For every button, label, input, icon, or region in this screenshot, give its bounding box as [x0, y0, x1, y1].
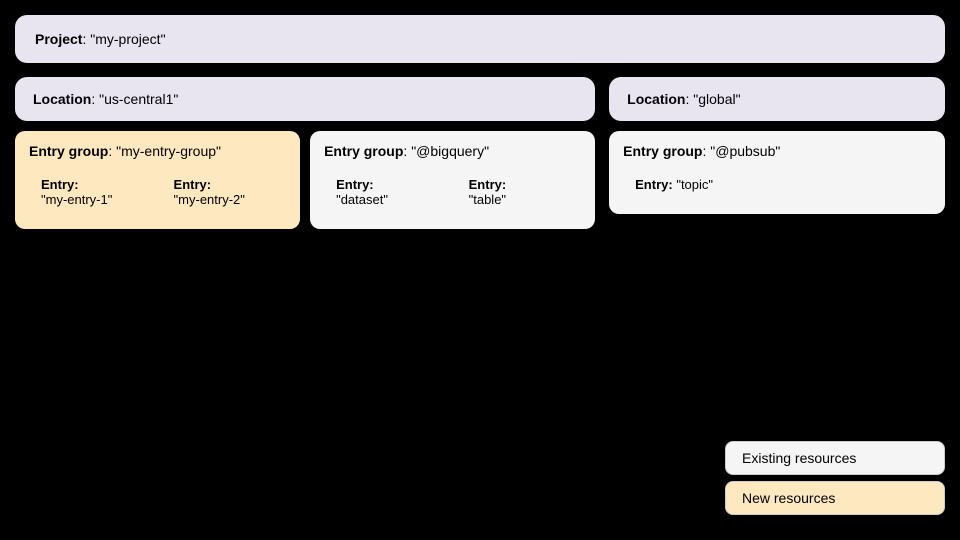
- entry-topic: Entry: "topic": [623, 167, 725, 202]
- entry-groups-row-left: Entry group: "my-entry-group" Entry: "my…: [15, 131, 595, 229]
- project-box: Project: "my-project": [15, 15, 945, 63]
- entry-group-label-1: Entry group: "my-entry-group": [29, 143, 286, 159]
- diagram: Project: "my-project" Location: "us-cent…: [15, 15, 945, 525]
- entries-row-1: Entry: "my-entry-1" Entry: "my-entry-2": [29, 167, 286, 217]
- project-value: "my-project": [90, 31, 165, 47]
- entry-my-entry-1: Entry: "my-entry-1": [29, 167, 154, 217]
- entry-group-label-3: Entry group: "@pubsub": [623, 143, 931, 159]
- legend: Existing resources New resources: [725, 441, 945, 515]
- entries-row-2: Entry: "dataset" Entry: "table": [324, 167, 581, 217]
- location-section-global: Location: "global" Entry group: "@pubsub…: [609, 77, 945, 229]
- right-inner: Location: "global" Entry group: "@pubsub…: [609, 77, 945, 214]
- locations-row: Location: "us-central1" Entry group: "my…: [15, 77, 945, 229]
- legend-existing-box: Existing resources: [725, 441, 945, 475]
- entry-group-my-entry-group: Entry group: "my-entry-group" Entry: "my…: [15, 131, 300, 229]
- location-section-us-central1: Location: "us-central1" Entry group: "my…: [15, 77, 595, 229]
- location-box-us-central1: Location: "us-central1": [15, 77, 595, 121]
- legend-new-label: New resources: [742, 490, 835, 506]
- location-label-left: Location: [33, 91, 91, 107]
- entry-group-pubsub: Entry group: "@pubsub" Entry: "topic": [609, 131, 945, 214]
- location-value-left: "us-central1": [99, 91, 178, 107]
- entry-group-label-2: Entry group: "@bigquery": [324, 143, 581, 159]
- project-label: Project: [35, 31, 82, 47]
- entry-table: Entry: "table": [457, 167, 582, 217]
- legend-new-box: New resources: [725, 481, 945, 515]
- location-value-right: "global": [693, 91, 740, 107]
- entry-my-entry-2: Entry: "my-entry-2": [162, 167, 287, 217]
- legend-existing: Existing resources: [725, 441, 945, 475]
- legend-new: New resources: [725, 481, 945, 515]
- entry-group-bigquery: Entry group: "@bigquery" Entry: "dataset…: [310, 131, 595, 229]
- location-box-global: Location: "global": [609, 77, 945, 121]
- legend-existing-label: Existing resources: [742, 450, 856, 466]
- location-label-right: Location: [627, 91, 685, 107]
- entries-row-3: Entry: "topic": [623, 167, 931, 202]
- entry-dataset: Entry: "dataset": [324, 167, 449, 217]
